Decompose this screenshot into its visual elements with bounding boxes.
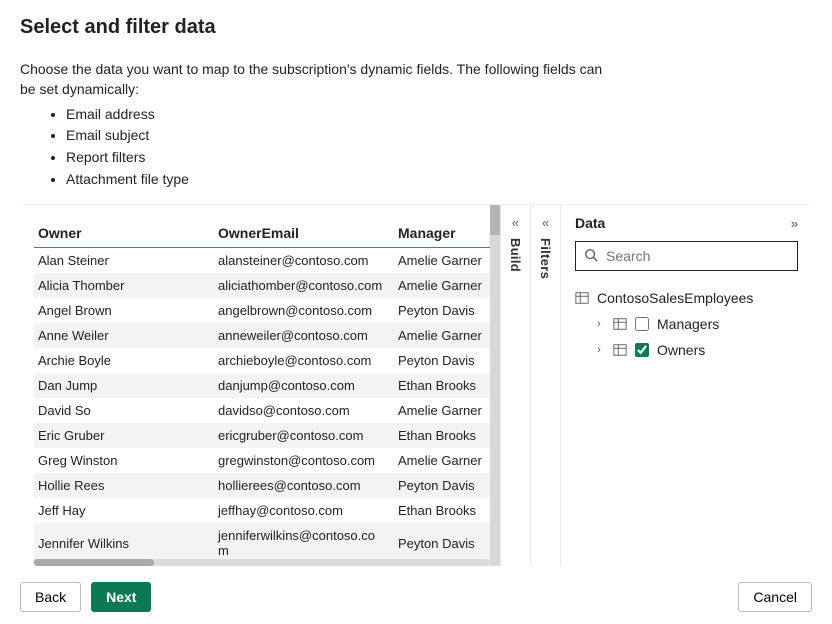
table-cell-manager: Amelie Garner	[394, 323, 500, 348]
data-tree: ContosoSalesEmployees › Managers ›	[575, 285, 798, 363]
table-cell-email: anneweiler@contoso.com	[214, 323, 394, 348]
vertical-scrollbar-thumb[interactable]	[490, 205, 500, 235]
tree-table-label: Managers	[657, 316, 719, 332]
build-rail[interactable]: « Build	[500, 205, 530, 566]
table-cell-manager: Ethan Brooks	[394, 423, 500, 448]
next-button[interactable]: Next	[91, 582, 151, 612]
table-cell-manager: Ethan Brooks	[394, 373, 500, 398]
table-cell-email: jeffhay@contoso.com	[214, 498, 394, 523]
table-cell-owner: Greg Winston	[34, 448, 214, 473]
table-cell-email: aliciathomber@contoso.com	[214, 273, 394, 298]
table-row[interactable]: Archie Boylearchieboyle@contoso.comPeyto…	[34, 348, 500, 373]
table-row[interactable]: Hollie Reeshollierees@contoso.comPeyton …	[34, 473, 500, 498]
table-cell-manager: Peyton Davis	[394, 348, 500, 373]
table-cell-manager: Amelie Garner	[394, 273, 500, 298]
column-header-owneremail[interactable]: OwnerEmail	[214, 219, 394, 248]
search-input[interactable]	[604, 247, 789, 265]
table-cell-email: angelbrown@contoso.com	[214, 298, 394, 323]
table-cell-email: hollierees@contoso.com	[214, 473, 394, 498]
column-header-manager[interactable]: Manager	[394, 219, 500, 248]
table-row[interactable]: David Sodavidso@contoso.comAmelie Garner	[34, 398, 500, 423]
table-cell-owner: Dan Jump	[34, 373, 214, 398]
table-cell-email: gregwinston@contoso.com	[214, 448, 394, 473]
filters-rail[interactable]: « Filters	[530, 205, 560, 566]
table-row[interactable]: Alicia Thomberaliciathomber@contoso.comA…	[34, 273, 500, 298]
tree-table-row-owners[interactable]: › Owners	[575, 337, 798, 363]
build-rail-label: Build	[508, 238, 523, 272]
search-box[interactable]	[575, 241, 798, 271]
table-cell-manager: Amelie Garner	[394, 398, 500, 423]
table-cell-manager: Peyton Davis	[394, 473, 500, 498]
table-cell-owner: David So	[34, 398, 214, 423]
table-cell-email: alansteiner@contoso.com	[214, 248, 394, 274]
table-cell-manager: Amelie Garner	[394, 448, 500, 473]
tree-dataset-label: ContosoSalesEmployees	[597, 290, 753, 306]
data-panel: Data » ContosoSalesEmployees ›	[560, 205, 812, 566]
tree-table-row-managers[interactable]: › Managers	[575, 311, 798, 337]
table-checkbox-owners[interactable]	[635, 343, 649, 357]
back-button[interactable]: Back	[20, 582, 81, 612]
table-cell-email: jenniferwilkins@contoso.com	[214, 523, 394, 563]
bullet-item: Report filters	[66, 147, 812, 169]
data-grid[interactable]: Owner OwnerEmail Manager Alan Steinerala…	[34, 219, 500, 563]
table-cell-email: archieboyle@contoso.com	[214, 348, 394, 373]
chevron-left-double-icon[interactable]: «	[542, 215, 549, 230]
table-cell-owner: Hollie Rees	[34, 473, 214, 498]
table-row[interactable]: Alan Steineralansteiner@contoso.comAmeli…	[34, 248, 500, 274]
table-cell-manager: Amelie Garner	[394, 248, 500, 274]
intro-text: Choose the data you want to map to the s…	[20, 59, 620, 100]
chevron-right-icon[interactable]: ›	[593, 344, 605, 356]
filters-rail-label: Filters	[538, 238, 553, 279]
bullet-item: Email subject	[66, 125, 812, 147]
table-cell-owner: Jeff Hay	[34, 498, 214, 523]
chevron-left-double-icon[interactable]: «	[512, 215, 519, 230]
search-icon	[584, 248, 598, 265]
chevron-right-double-icon[interactable]: »	[791, 216, 798, 231]
table-row[interactable]: Greg Winstongregwinston@contoso.comAmeli…	[34, 448, 500, 473]
table-row[interactable]: Angel Brownangelbrown@contoso.comPeyton …	[34, 298, 500, 323]
table-cell-manager: Ethan Brooks	[394, 498, 500, 523]
tree-table-label: Owners	[657, 342, 705, 358]
table-cell-owner: Anne Weiler	[34, 323, 214, 348]
table-cell-owner: Eric Gruber	[34, 423, 214, 448]
chevron-right-icon[interactable]: ›	[593, 318, 605, 330]
table-cell-manager: Peyton Davis	[394, 298, 500, 323]
bullet-item: Attachment file type	[66, 169, 812, 191]
table-row[interactable]: Jennifer Wilkinsjenniferwilkins@contoso.…	[34, 523, 500, 563]
column-header-owner[interactable]: Owner	[34, 219, 214, 248]
data-panel-title: Data	[575, 215, 605, 231]
table-icon	[575, 291, 589, 305]
table-checkbox-managers[interactable]	[635, 317, 649, 331]
table-icon	[613, 343, 627, 357]
vertical-scrollbar-track[interactable]	[490, 205, 500, 566]
footer: Back Next Cancel	[0, 570, 832, 624]
table-row[interactable]: Dan Jumpdanjump@contoso.comEthan Brooks	[34, 373, 500, 398]
table-row[interactable]: Eric Gruberericgruber@contoso.comEthan B…	[34, 423, 500, 448]
bullet-item: Email address	[66, 104, 812, 126]
page-title: Select and filter data	[20, 16, 812, 39]
table-cell-email: danjump@contoso.com	[214, 373, 394, 398]
table-cell-manager: Peyton Davis	[394, 523, 500, 563]
table-icon	[613, 317, 627, 331]
table-cell-owner: Alan Steiner	[34, 248, 214, 274]
table-cell-email: ericgruber@contoso.com	[214, 423, 394, 448]
intro-bullets: Email address Email subject Report filte…	[20, 104, 812, 191]
table-cell-owner: Angel Brown	[34, 298, 214, 323]
table-row[interactable]: Jeff Hayjeffhay@contoso.comEthan Brooks	[34, 498, 500, 523]
tree-dataset-row[interactable]: ContosoSalesEmployees	[575, 285, 798, 311]
table-cell-owner: Alicia Thomber	[34, 273, 214, 298]
data-grid-container: Owner OwnerEmail Manager Alan Steinerala…	[20, 205, 500, 566]
horizontal-scrollbar-thumb[interactable]	[34, 559, 154, 566]
table-cell-email: davidso@contoso.com	[214, 398, 394, 423]
cancel-button[interactable]: Cancel	[738, 582, 812, 612]
table-cell-owner: Jennifer Wilkins	[34, 523, 214, 563]
table-row[interactable]: Anne Weileranneweiler@contoso.comAmelie …	[34, 323, 500, 348]
table-cell-owner: Archie Boyle	[34, 348, 214, 373]
